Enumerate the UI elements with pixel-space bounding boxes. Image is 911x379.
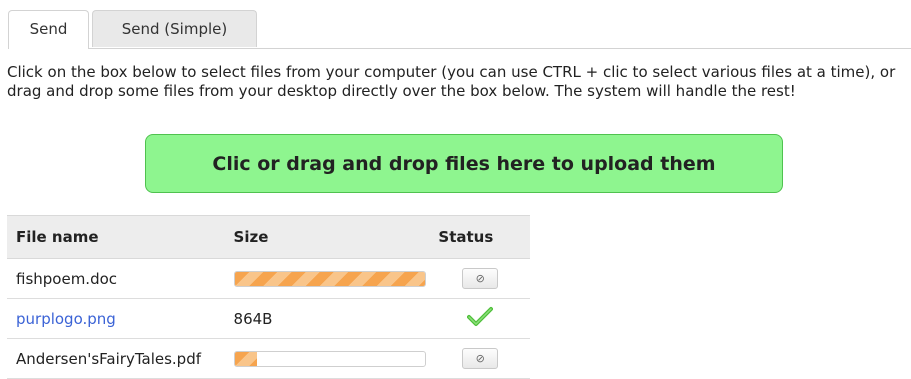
tab-send[interactable]: Send — [8, 10, 89, 49]
status-cell: ⊘ — [430, 258, 530, 299]
table-row: purplogo.png 864B — [7, 298, 530, 339]
cancel-icon: ⊘ — [475, 352, 485, 365]
file-name-link[interactable]: purplogo.png — [7, 298, 234, 339]
cancel-upload-button[interactable]: ⊘ — [462, 268, 499, 289]
table-header-row: File name Size Status — [7, 215, 530, 259]
tab-send-simple[interactable]: Send (Simple) — [92, 10, 257, 47]
upload-progress-cell — [233, 258, 431, 299]
upload-progress-cell — [233, 338, 431, 379]
column-header-file-name: File name — [7, 215, 234, 259]
column-header-status: Status — [430, 215, 530, 259]
instructions-text: Click on the box below to select files f… — [7, 63, 896, 100]
checkmark-icon — [467, 306, 494, 326]
upload-progress-bar — [233, 270, 426, 287]
upload-progress-fill — [234, 271, 425, 286]
file-name: fishpoem.doc — [7, 258, 234, 299]
file-table: File name Size Status fishpoem.doc ⊘ pur… — [7, 215, 530, 379]
dropzone-label: Clic or drag and drop files here to uplo… — [212, 152, 716, 175]
column-header-size: Size — [233, 215, 431, 259]
upload-progress-fill — [234, 351, 258, 366]
tab-bar: Send Send (Simple) — [8, 10, 911, 49]
file-size: 864B — [233, 298, 431, 339]
upload-progress-bar — [233, 350, 426, 367]
cancel-icon: ⊘ — [475, 272, 485, 285]
status-cell — [430, 298, 530, 339]
cancel-upload-button[interactable]: ⊘ — [462, 348, 499, 369]
status-cell: ⊘ — [430, 338, 530, 379]
upload-dropzone[interactable]: Clic or drag and drop files here to uplo… — [145, 134, 783, 193]
table-row: fishpoem.doc ⊘ — [7, 258, 530, 299]
file-name: Andersen'sFairyTales.pdf — [7, 338, 234, 379]
table-row: Andersen'sFairyTales.pdf ⊘ — [7, 338, 530, 379]
